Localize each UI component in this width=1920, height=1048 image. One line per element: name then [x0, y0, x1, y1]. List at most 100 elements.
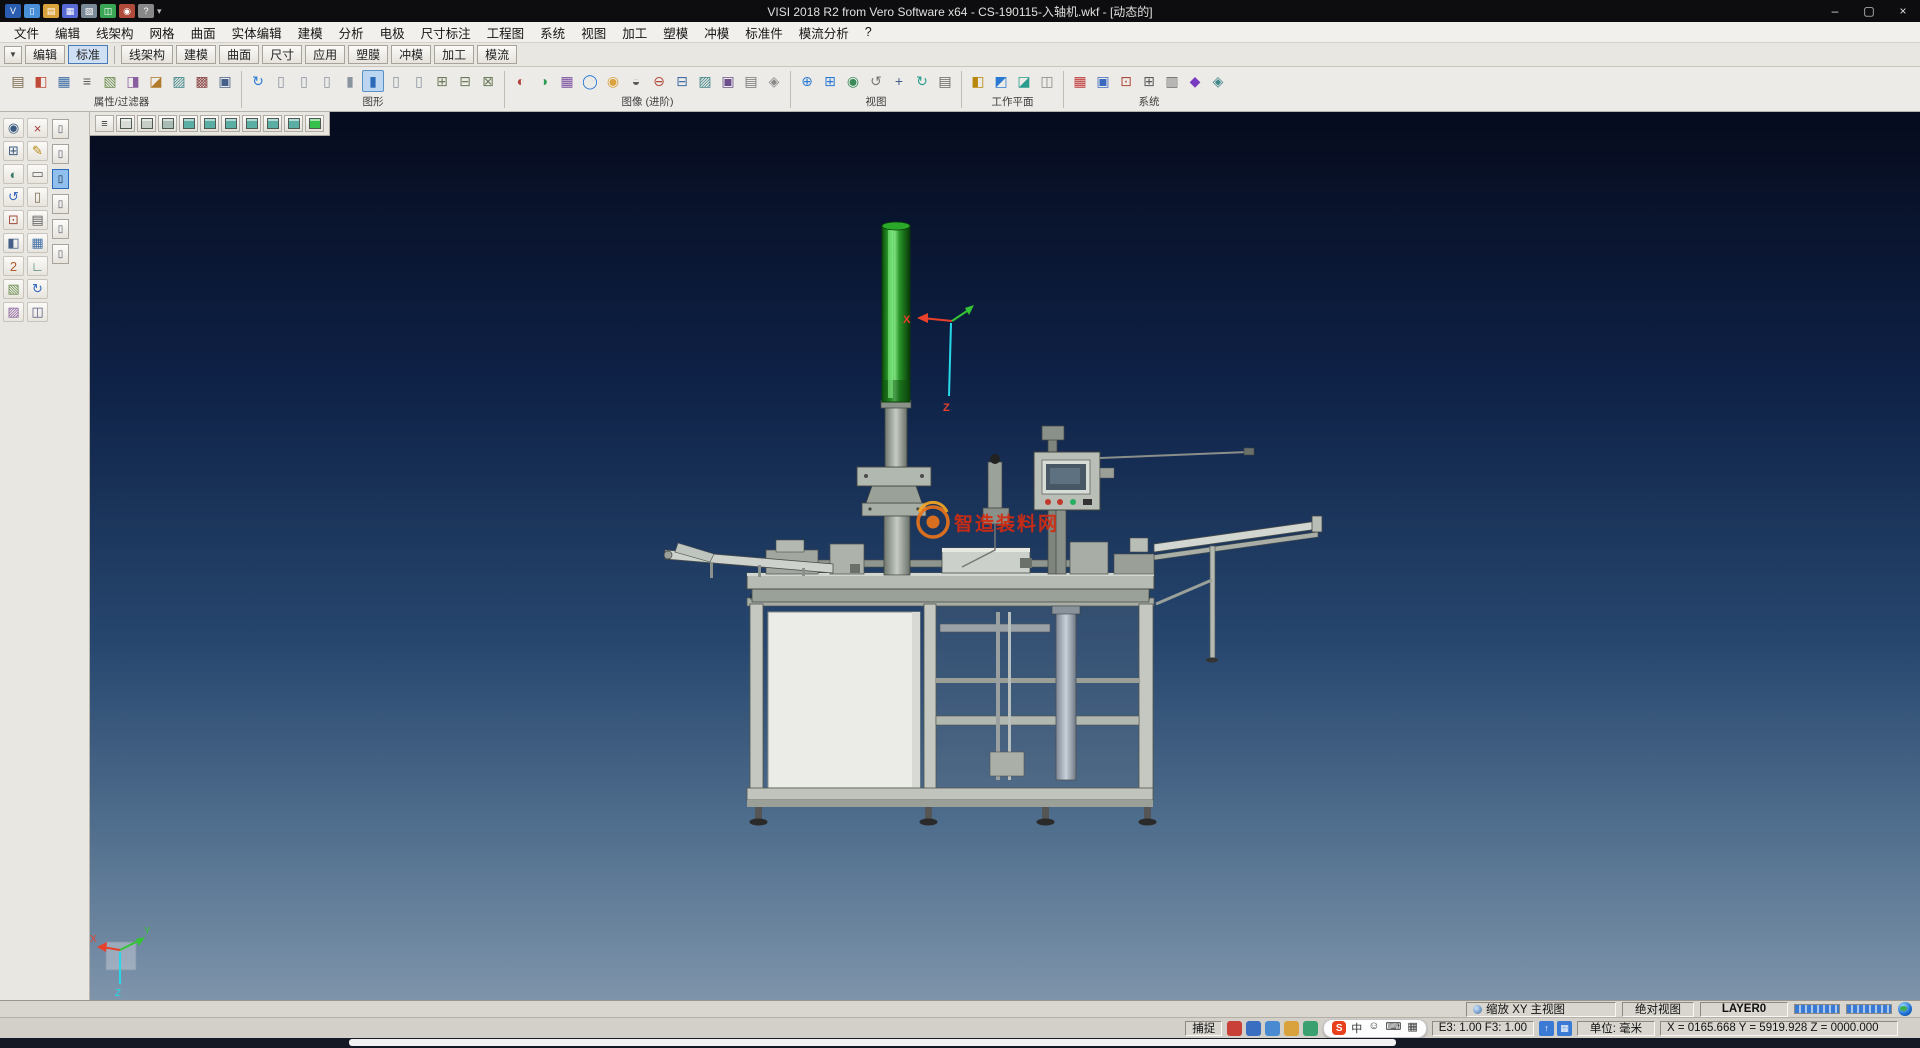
zoom-extents-icon[interactable]: ⊕ [796, 70, 818, 92]
properties-panel-icon[interactable]: ▣ [214, 70, 236, 92]
menu-system[interactable]: 系统 [532, 22, 573, 42]
tab-modeling[interactable]: 建模 [176, 45, 216, 64]
view-bottom-button[interactable] [284, 115, 303, 132]
menu-standard-parts[interactable]: 标准件 [737, 22, 791, 42]
doc-slot-1[interactable]: ▯ [52, 119, 69, 139]
tab-moldflow[interactable]: 模流 [477, 45, 517, 64]
profile-icon[interactable]: ▯ [27, 187, 48, 207]
section-view-icon[interactable]: ⊖ [648, 70, 670, 92]
ime-keyboard-icon[interactable]: ⌨ [1385, 1020, 1401, 1036]
menu-wireframe[interactable]: 线架构 [88, 22, 142, 42]
element-filter-icon[interactable]: ▧ [99, 70, 121, 92]
grid-toggle-icon[interactable]: ▦ [1557, 1021, 1572, 1036]
attr-style-icon[interactable]: ▤ [7, 70, 29, 92]
capture-icon[interactable]: ◉ [119, 4, 135, 18]
save-icon[interactable]: ▦ [62, 4, 78, 18]
redo-icon[interactable]: ↻ [27, 279, 48, 299]
orbit-icon[interactable]: ◐ [3, 164, 24, 184]
transparency-icon[interactable]: ◯ [579, 70, 601, 92]
menu-help[interactable]: ? [857, 22, 880, 42]
doc-slot-5[interactable]: ▯ [52, 219, 69, 239]
grid-config-icon[interactable]: ⊞ [1138, 70, 1160, 92]
taskbar-sliver[interactable] [0, 1038, 1920, 1048]
angle-measure-icon[interactable]: ∟ [27, 256, 48, 276]
menu-modeling[interactable]: 建模 [290, 22, 331, 42]
menu-mesh[interactable]: 网格 [142, 22, 183, 42]
visibility-filter-icon[interactable]: ▨ [168, 70, 190, 92]
workplane-3point-icon[interactable]: ◪ [1013, 70, 1035, 92]
view-mode-panel[interactable]: 绝对视图 [1622, 1002, 1694, 1017]
print-icon[interactable]: ▧ [81, 4, 97, 18]
ime-lang-toggle[interactable]: 中 [1351, 1020, 1362, 1036]
ime-toolbox-icon[interactable]: ▦ [1407, 1020, 1417, 1036]
doc-slot-6[interactable]: ▯ [52, 244, 69, 264]
tab-edit[interactable]: 编辑 [25, 45, 65, 64]
tray-app-icon-4[interactable] [1284, 1021, 1299, 1036]
tray-app-icon-1[interactable] [1227, 1021, 1242, 1036]
group-entities-icon[interactable]: ⊟ [454, 70, 476, 92]
screen-capture-icon[interactable]: ▣ [717, 70, 739, 92]
doc-slot-3[interactable]: ▯ [52, 169, 69, 189]
toolbar-overflow-icon[interactable]: ▾ [157, 6, 162, 17]
tab-wireframe[interactable]: 线架构 [121, 45, 173, 64]
menu-mold[interactable]: 塑模 [655, 22, 696, 42]
pan-view-icon[interactable]: + [888, 70, 910, 92]
taskbar-search-sliver[interactable] [349, 1039, 1396, 1046]
workplane-xy-icon[interactable]: ◧ [967, 70, 989, 92]
color-table-icon[interactable]: ▦ [1069, 70, 1091, 92]
globe-icon[interactable] [1898, 1002, 1912, 1016]
minimize-button[interactable]: – [1818, 0, 1852, 22]
light-source-icon[interactable]: ◉ [602, 70, 624, 92]
machine-frame[interactable] [747, 598, 1157, 826]
view-side-button[interactable] [158, 115, 177, 132]
mask-filter-icon[interactable]: ◨ [122, 70, 144, 92]
tray-app-icon-2[interactable] [1246, 1021, 1261, 1036]
view-front-button[interactable] [116, 115, 135, 132]
point-snap-icon[interactable]: ⊡ [3, 210, 24, 230]
view-manager-icon[interactable]: ▤ [934, 70, 956, 92]
menu-file[interactable]: 文件 [6, 22, 47, 42]
plot-icon[interactable]: ◫ [100, 4, 116, 18]
material-icon[interactable]: ▨ [3, 302, 24, 322]
view-back-button[interactable] [263, 115, 282, 132]
linetype-filter-icon[interactable]: ≡ [76, 70, 98, 92]
viewport-3d[interactable]: ≡ [90, 112, 1920, 1000]
tab-molding[interactable]: 塑膜 [348, 45, 388, 64]
press-column[interactable] [857, 222, 931, 575]
tray-app-icon-3[interactable] [1265, 1021, 1280, 1036]
dimension-2d-icon[interactable]: 2 [3, 256, 24, 276]
tab-surface[interactable]: 曲面 [219, 45, 259, 64]
workplane-reset-icon[interactable]: ◫ [1036, 70, 1058, 92]
erase-icon[interactable]: × [27, 118, 48, 138]
redraw-icon[interactable]: ↻ [247, 70, 269, 92]
layer-manager-icon[interactable]: ▦ [27, 233, 48, 253]
ime-logo-icon[interactable]: S [1332, 1021, 1346, 1035]
up-arrow-icon[interactable]: ↑ [1539, 1021, 1554, 1036]
tab-dimension[interactable]: 尺寸 [262, 45, 302, 64]
rotate-view-icon[interactable]: ↻ [911, 70, 933, 92]
previous-view-icon[interactable]: ↺ [865, 70, 887, 92]
zoom-in-out-icon[interactable]: ◉ [842, 70, 864, 92]
menu-view[interactable]: 视图 [573, 22, 614, 42]
hatch-icon[interactable]: ▧ [3, 279, 24, 299]
snap-config-icon[interactable]: ⊡ [1115, 70, 1137, 92]
tab-dropdown-icon[interactable]: ▼ [4, 46, 22, 64]
render-quality-icon[interactable]: ◑ [533, 70, 555, 92]
active-layer-panel[interactable]: LAYER0 [1700, 1002, 1788, 1017]
shadow-icon[interactable]: ◒ [625, 70, 647, 92]
menu-analysis[interactable]: 分析 [331, 22, 372, 42]
conveyor-right[interactable] [1154, 516, 1322, 663]
options-icon[interactable]: ◈ [1207, 70, 1229, 92]
menu-dimensioning[interactable]: 尺寸标注 [413, 22, 479, 42]
app-logo-icon[interactable]: V [5, 4, 21, 18]
select-surface-icon[interactable]: ▯ [316, 70, 338, 92]
tab-application[interactable]: 应用 [305, 45, 345, 64]
calculator-icon[interactable]: ▥ [1161, 70, 1183, 92]
close-button[interactable]: × [1886, 0, 1920, 22]
menu-die[interactable]: 冲模 [696, 22, 737, 42]
menu-electrode[interactable]: 电极 [372, 22, 413, 42]
grid-snap-icon[interactable]: ⊞ [3, 141, 24, 161]
view-top-button[interactable] [137, 115, 156, 132]
image-settings-icon[interactable]: ◈ [763, 70, 785, 92]
tab-die[interactable]: 冲模 [391, 45, 431, 64]
